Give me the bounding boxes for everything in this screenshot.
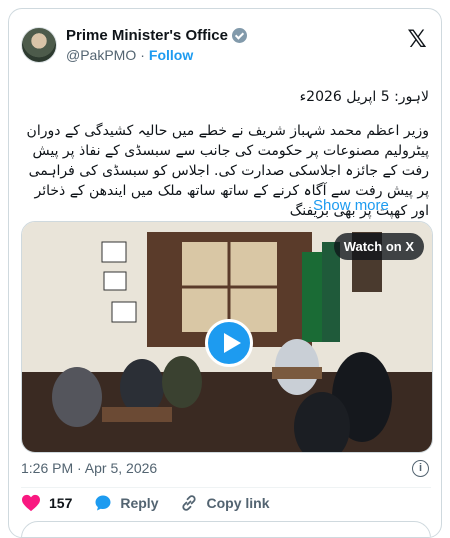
author-handle-row: @PakPMO · Follow (66, 47, 193, 63)
post-meta: 1:26 PM · Apr 5, 2026 i (21, 460, 431, 480)
verified-badge-icon (231, 28, 247, 43)
post-timestamp[interactable]: 1:26 PM · Apr 5, 2026 (21, 460, 157, 476)
reply-button[interactable]: Reply (94, 494, 158, 512)
reply-icon (95, 495, 111, 511)
heart-icon (22, 494, 40, 512)
like-button[interactable]: 157 (21, 494, 72, 512)
author-handle[interactable]: @PakPMO (66, 47, 136, 63)
post-card[interactable]: Prime Minister's Office @PakPMO · Follow… (8, 8, 442, 538)
post-header: Prime Minister's Office @PakPMO · Follow… (21, 25, 431, 69)
link-icon (182, 495, 197, 511)
reply-label: Reply (120, 495, 159, 511)
watch-on-x-button[interactable]: Watch on X (333, 233, 424, 260)
author-name[interactable]: Prime Minister's Office (66, 27, 228, 44)
divider (21, 487, 431, 488)
x-logo-icon[interactable]: 𝕏 (405, 27, 429, 51)
author-name-row: Prime Minister's Office (66, 27, 247, 44)
copy-link-button[interactable]: Copy link (180, 494, 270, 512)
avatar[interactable] (21, 27, 57, 63)
like-count: 157 (49, 495, 73, 511)
play-icon[interactable] (205, 319, 253, 367)
separator-dot: · (140, 47, 145, 63)
show-more-link[interactable]: Show more (313, 197, 389, 214)
info-icon[interactable]: i (412, 460, 429, 477)
action-bar: 157 Reply Copy link (21, 493, 292, 513)
video-player[interactable]: Watch on X (21, 221, 433, 453)
post-dateline: لاہور: 5 اپریل 2026ء (299, 89, 429, 105)
follow-button[interactable]: Follow (149, 47, 193, 63)
copy-link-label: Copy link (206, 495, 270, 511)
